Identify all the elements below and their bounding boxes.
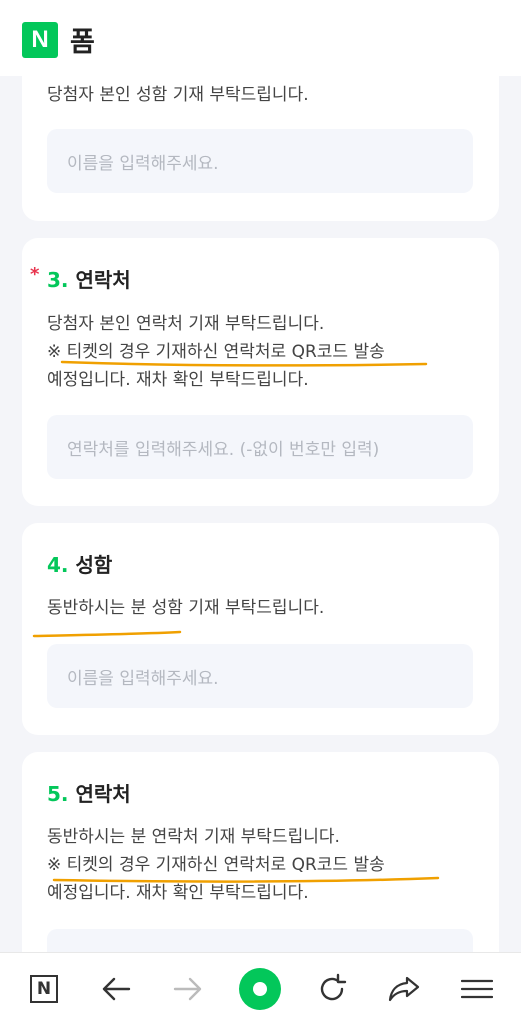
question-description: 당첨자 본인 성함 기재 부탁드립니다. [47, 85, 309, 105]
question-number: 4. [47, 553, 69, 577]
question-title-text: 연락처 [75, 268, 131, 292]
description-line: 동반하시는 분 연락처 기재 부탁드립니다. [47, 827, 340, 847]
share-icon[interactable] [382, 953, 426, 1025]
required-mark: * [30, 264, 40, 285]
companion-name-input[interactable]: 이름을 입력해주세요. [47, 644, 473, 708]
question-number: 5. [47, 782, 69, 806]
question-description: 동반하시는 분 연락처 기재 부탁드립니다. ※ 티켓의 경우 기재하신 연락처… [47, 823, 385, 907]
back-arrow-icon[interactable] [94, 953, 138, 1025]
naver-logo[interactable]: N [22, 22, 58, 58]
question-description: 동반하시는 분 성함 기재 부탁드립니다. [47, 598, 325, 618]
description-line: 예정입니다. 재차 확인 부탁드립니다. [47, 370, 309, 390]
forward-arrow-icon[interactable] [166, 953, 210, 1025]
question-title: 4. 성함 [47, 549, 112, 578]
question-number: 3. [47, 268, 69, 292]
annotation-underline [32, 630, 182, 638]
description-line: 당첨자 본인 연락처 기재 부탁드립니다. [47, 314, 325, 334]
question-description: 당첨자 본인 연락처 기재 부탁드립니다. ※ 티켓의 경우 기재하신 연락처로… [47, 310, 385, 394]
question-title: * 3. 연락처 [30, 264, 131, 293]
question-card-companion-contact: 5. 연락처 동반하시는 분 연락처 기재 부탁드립니다. ※ 티켓의 경우 기… [22, 752, 499, 993]
annotation-underline [60, 360, 428, 367]
contact-input[interactable]: 연락처를 입력해주세요. (-없이 번호만 입력) [47, 415, 473, 479]
naver-home-icon[interactable]: N [22, 953, 66, 1025]
green-dot-icon[interactable] [238, 953, 282, 1025]
question-title: 5. 연락처 [47, 778, 131, 807]
refresh-icon[interactable] [310, 953, 354, 1025]
page-title: 폼 [70, 27, 95, 58]
menu-icon[interactable] [454, 953, 500, 1025]
annotation-underline [52, 876, 440, 883]
question-title-text: 성함 [75, 553, 113, 577]
bottom-nav-bar: N [0, 952, 521, 1025]
top-bar: N 폼 [0, 0, 521, 76]
question-card-contact: * 3. 연락처 당첨자 본인 연락처 기재 부탁드립니다. ※ 티켓의 경우 … [22, 238, 499, 506]
question-title-text: 연락처 [75, 782, 131, 806]
name-input[interactable]: 이름을 입력해주세요. [47, 129, 473, 193]
